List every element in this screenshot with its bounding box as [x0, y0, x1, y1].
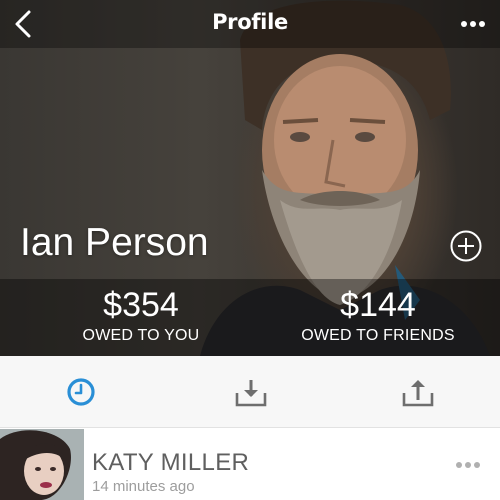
tray-upload-icon	[402, 380, 434, 407]
tab-bar	[0, 356, 500, 428]
owed-to-you-stat[interactable]: $354 OWED TO YOU	[16, 279, 266, 346]
avatar-photo	[0, 429, 84, 500]
activity-list: KATY MILLER 14 minutes ago	[0, 429, 500, 500]
plus-circle-icon	[450, 230, 482, 262]
profile-hero: Profile Ian Person $354 OWED TO YOU $144…	[0, 0, 500, 356]
more-horizontal-icon	[461, 21, 485, 27]
profile-screen: Profile Ian Person $354 OWED TO YOU $144…	[0, 0, 500, 500]
list-item[interactable]: KATY MILLER 14 minutes ago	[0, 429, 500, 500]
add-friend-button[interactable]	[449, 229, 483, 263]
more-options-button[interactable]	[458, 12, 488, 36]
header-bar: Profile	[0, 0, 500, 48]
item-name: KATY MILLER	[92, 449, 250, 476]
profile-name: Ian Person	[20, 221, 209, 264]
item-timestamp: 14 minutes ago	[92, 478, 195, 495]
owed-to-friends-label: OWED TO FRIENDS	[301, 327, 455, 344]
more-horizontal-icon	[456, 462, 480, 468]
page-title: Profile	[212, 10, 288, 34]
owed-to-you-label: OWED TO YOU	[82, 327, 200, 344]
item-more-button[interactable]	[455, 458, 481, 472]
balance-summary: $354 OWED TO YOU $144 OWED TO FRIENDS	[0, 279, 500, 356]
owed-to-you-amount: $354	[103, 286, 179, 324]
tab-history[interactable]	[0, 356, 167, 428]
tray-download-icon	[235, 380, 267, 407]
tab-received[interactable]	[167, 356, 334, 428]
avatar	[0, 429, 84, 500]
clock-icon	[67, 378, 95, 406]
tab-sent[interactable]	[334, 356, 500, 428]
owed-to-friends-stat[interactable]: $144 OWED TO FRIENDS	[253, 279, 500, 346]
owed-to-friends-amount: $144	[340, 286, 416, 324]
